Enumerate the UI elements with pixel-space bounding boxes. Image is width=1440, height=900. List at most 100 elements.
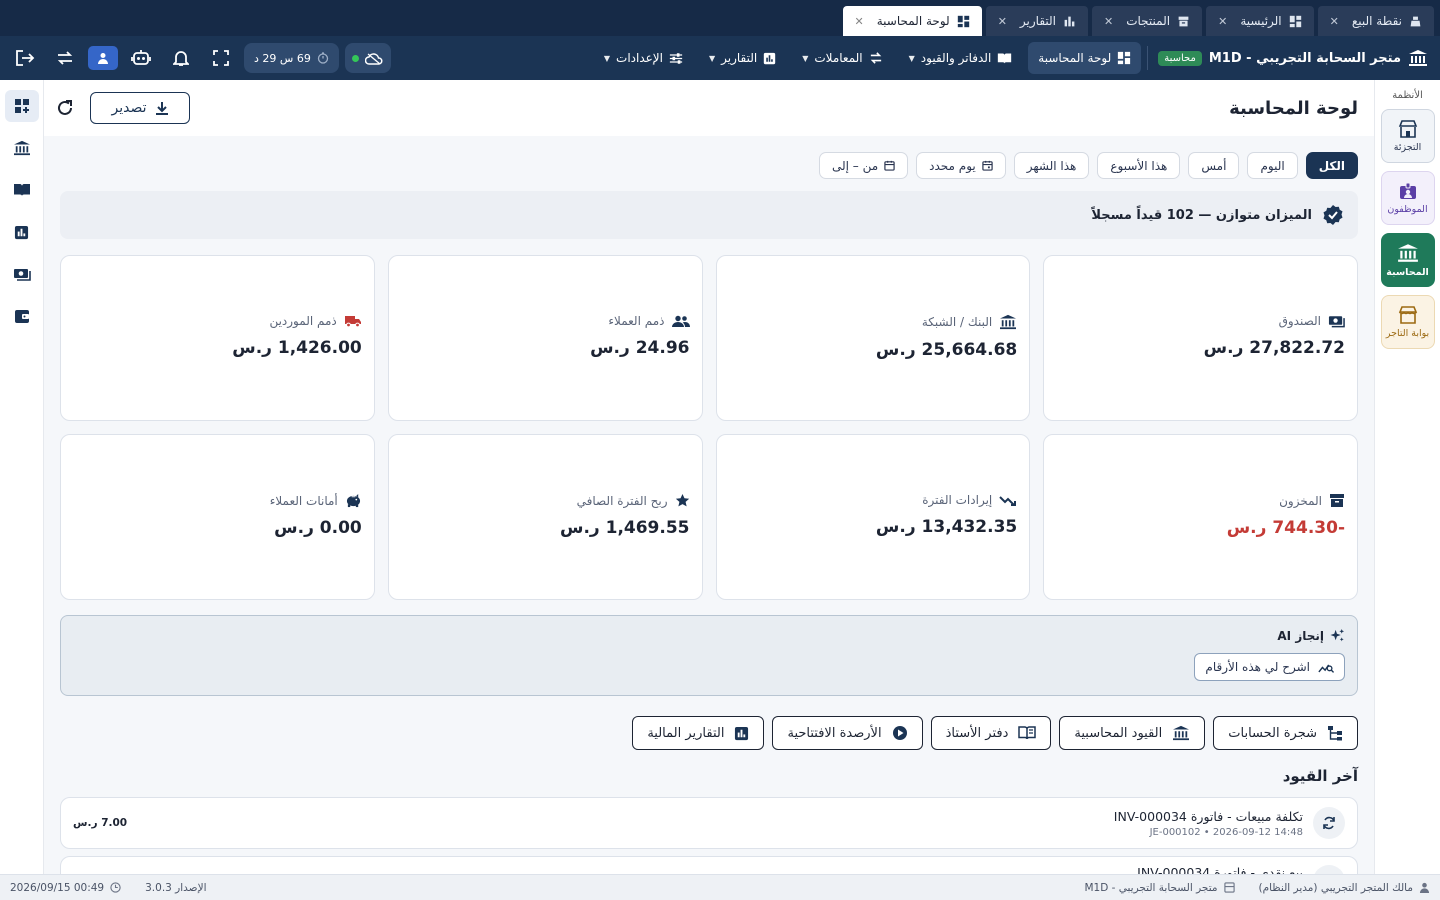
system-retail[interactable]: التجزئة: [1380, 109, 1435, 163]
star-icon: [675, 493, 690, 508]
nav-settings[interactable]: الإعدادات ▼: [594, 42, 693, 74]
entry-title: بيع نقدي - فاتورة INV-000034: [1137, 865, 1303, 874]
session-timer-value: 69 س 29 د: [254, 51, 311, 65]
nav-ledgers-entries[interactable]: الدفاتر والقيود ▼: [899, 42, 1023, 74]
close-icon[interactable]: ✕: [1330, 15, 1339, 28]
ai-button-label: اشرح لي هذه الأرقام: [1205, 660, 1310, 674]
entry-meta: JE-000102 • 2026-09-12 14:48: [1149, 826, 1303, 838]
system-label: بوابة التاجر: [1385, 327, 1430, 339]
footer-user: مالك المتجر التجريبي (مدير النظام): [1258, 881, 1414, 894]
download-icon: [155, 101, 169, 115]
quick-links: شجرة الحسابات القيود المحاسبية دفتر الأس…: [632, 716, 1358, 750]
robot-icon[interactable]: [124, 43, 158, 73]
explain-numbers-button[interactable]: اشرح لي هذه الأرقام: [1194, 653, 1345, 681]
system-accounting[interactable]: المحاسبة: [1380, 233, 1435, 287]
kpi-card-revenue: إيرادات الفترة 13,432.35 ر.س: [715, 434, 1031, 600]
tab-pos[interactable]: نقطة البيع ✕: [1317, 6, 1434, 36]
sparkles-icon: [1330, 628, 1345, 643]
book-icon[interactable]: [5, 174, 39, 206]
footer-datetime: 2026/09/15 00:49: [10, 881, 105, 894]
chart-search-icon: [1318, 661, 1334, 674]
bank-icon: [1172, 725, 1190, 741]
refresh-icon[interactable]: [50, 93, 80, 123]
dashboard-add-icon[interactable]: [4, 90, 39, 122]
sync-icon: [1313, 865, 1345, 874]
list-item[interactable]: بيع نقدي - فاتورة INV-000034: [60, 856, 1358, 874]
filter-date-range[interactable]: من – إلى: [818, 152, 909, 179]
shop-icon: [1398, 305, 1418, 324]
bell-icon[interactable]: [164, 43, 198, 73]
system-employees[interactable]: الموظفون: [1380, 171, 1435, 225]
close-icon[interactable]: ✕: [1218, 15, 1227, 28]
entry-title: تكلفة مبيعات - فاتورة INV-000034: [1113, 808, 1303, 824]
cash-icon: [1328, 314, 1345, 328]
nav-label: المعاملات: [814, 51, 863, 65]
status-dot: [352, 54, 360, 62]
nav-accounting-dashboard[interactable]: لوحة المحاسبة: [1028, 42, 1142, 74]
nav-transactions[interactable]: المعاملات ▼: [792, 42, 892, 74]
kpi-label: إيرادات الفترة: [922, 493, 993, 507]
book-icon: [997, 52, 1012, 65]
close-icon[interactable]: ✕: [855, 15, 864, 28]
system-merchant-portal[interactable]: بوابة التاجر: [1380, 295, 1435, 349]
close-icon[interactable]: ✕: [998, 15, 1007, 28]
filter-specific-day[interactable]: يوم محدد: [916, 152, 1006, 179]
financial-reports-button[interactable]: التقارير المالية: [632, 716, 765, 750]
timer-icon: [317, 52, 329, 64]
filter-today[interactable]: اليوم: [1247, 152, 1298, 179]
period-filters: الكل اليوم أمس هذا الأسبوع هذا الشهر يوم…: [818, 152, 1358, 179]
store-icon: [1398, 119, 1418, 138]
filter-yesterday[interactable]: أمس: [1188, 152, 1240, 179]
filter-this-month[interactable]: هذا الشهر: [1013, 152, 1090, 179]
tab-reports[interactable]: التقارير ✕: [985, 6, 1088, 36]
filter-label: هذا الشهر: [1026, 158, 1077, 173]
cash-icon[interactable]: [5, 258, 39, 290]
dashboard-icon: [957, 15, 970, 28]
chart-of-accounts-button[interactable]: شجرة الحسابات: [1213, 716, 1358, 750]
tabs-bar: نقطة البيع ✕ الرئيسية ✕ المنتجات ✕ التقا…: [0, 0, 1440, 36]
bank-icon: [999, 314, 1017, 330]
filter-label: أمس: [1201, 158, 1227, 173]
opening-balances-button[interactable]: الأرصدة الافتتاحية: [772, 716, 923, 750]
kpi-value: 1,469.55 ر.س: [559, 518, 690, 538]
systems-sidebar: الأنظمة التجزئة الموظفون المحاسبة بوابة …: [1374, 80, 1440, 874]
system-label: التجزئة: [1393, 141, 1422, 153]
fullscreen-icon[interactable]: [204, 43, 238, 73]
bank-icon[interactable]: [5, 132, 39, 164]
filter-this-week[interactable]: هذا الأسبوع: [1097, 152, 1181, 179]
entry-amount: 7.00 ر.س: [73, 817, 128, 829]
tab-products[interactable]: المنتجات ✕: [1092, 6, 1203, 36]
export-button[interactable]: تصدير: [90, 92, 190, 124]
tab-home[interactable]: الرئيسية ✕: [1206, 6, 1314, 36]
balance-banner: الميزان متوازن — 102 قيداً مسجلاً: [60, 191, 1358, 239]
nav-label: الإعدادات: [616, 51, 663, 65]
journal-entries-button[interactable]: القيود المحاسبية: [1059, 716, 1206, 750]
kpi-label: المخزون: [1279, 493, 1322, 508]
store-name: متجر السحابة التجريبي - M1D: [1208, 50, 1401, 66]
left-sidebar: [0, 80, 44, 874]
tab-accounting-dashboard[interactable]: لوحة المحاسبة ✕: [842, 6, 982, 36]
wallet-icon[interactable]: [5, 300, 39, 332]
session-timer: 69 س 29 د: [244, 43, 339, 73]
divider: [1147, 46, 1149, 70]
kpi-card-inventory: المخزون -744.30 ر.س: [1043, 434, 1358, 600]
people-icon: [671, 315, 690, 328]
filter-all[interactable]: الكل: [1305, 152, 1358, 179]
systems-title: الأنظمة: [1392, 90, 1423, 101]
topbar-tools: 69 س 29 د: [8, 36, 391, 80]
list-item[interactable]: تكلفة مبيعات - فاتورة INV-000034 JE-0001…: [60, 797, 1358, 849]
user-icon[interactable]: [88, 46, 118, 70]
piggy-bank-icon: [345, 493, 362, 508]
cloud-status[interactable]: [344, 43, 391, 73]
report-icon: [734, 726, 749, 741]
page-title: لوحة المحاسبة: [1229, 97, 1358, 119]
box-icon: [1177, 15, 1190, 28]
general-ledger-button[interactable]: دفتر الأستاذ: [930, 716, 1052, 750]
switch-icon[interactable]: [48, 43, 82, 73]
bar-chart-icon[interactable]: [5, 216, 39, 248]
tab-label: لوحة المحاسبة: [876, 14, 950, 28]
kpi-cards: الصندوق 27,822.72 ر.س البنك / الشبكة 25,…: [60, 255, 1358, 600]
nav-reports[interactable]: التقارير ▼: [699, 42, 786, 74]
close-icon[interactable]: ✕: [1104, 15, 1113, 28]
logout-icon[interactable]: [8, 43, 42, 73]
